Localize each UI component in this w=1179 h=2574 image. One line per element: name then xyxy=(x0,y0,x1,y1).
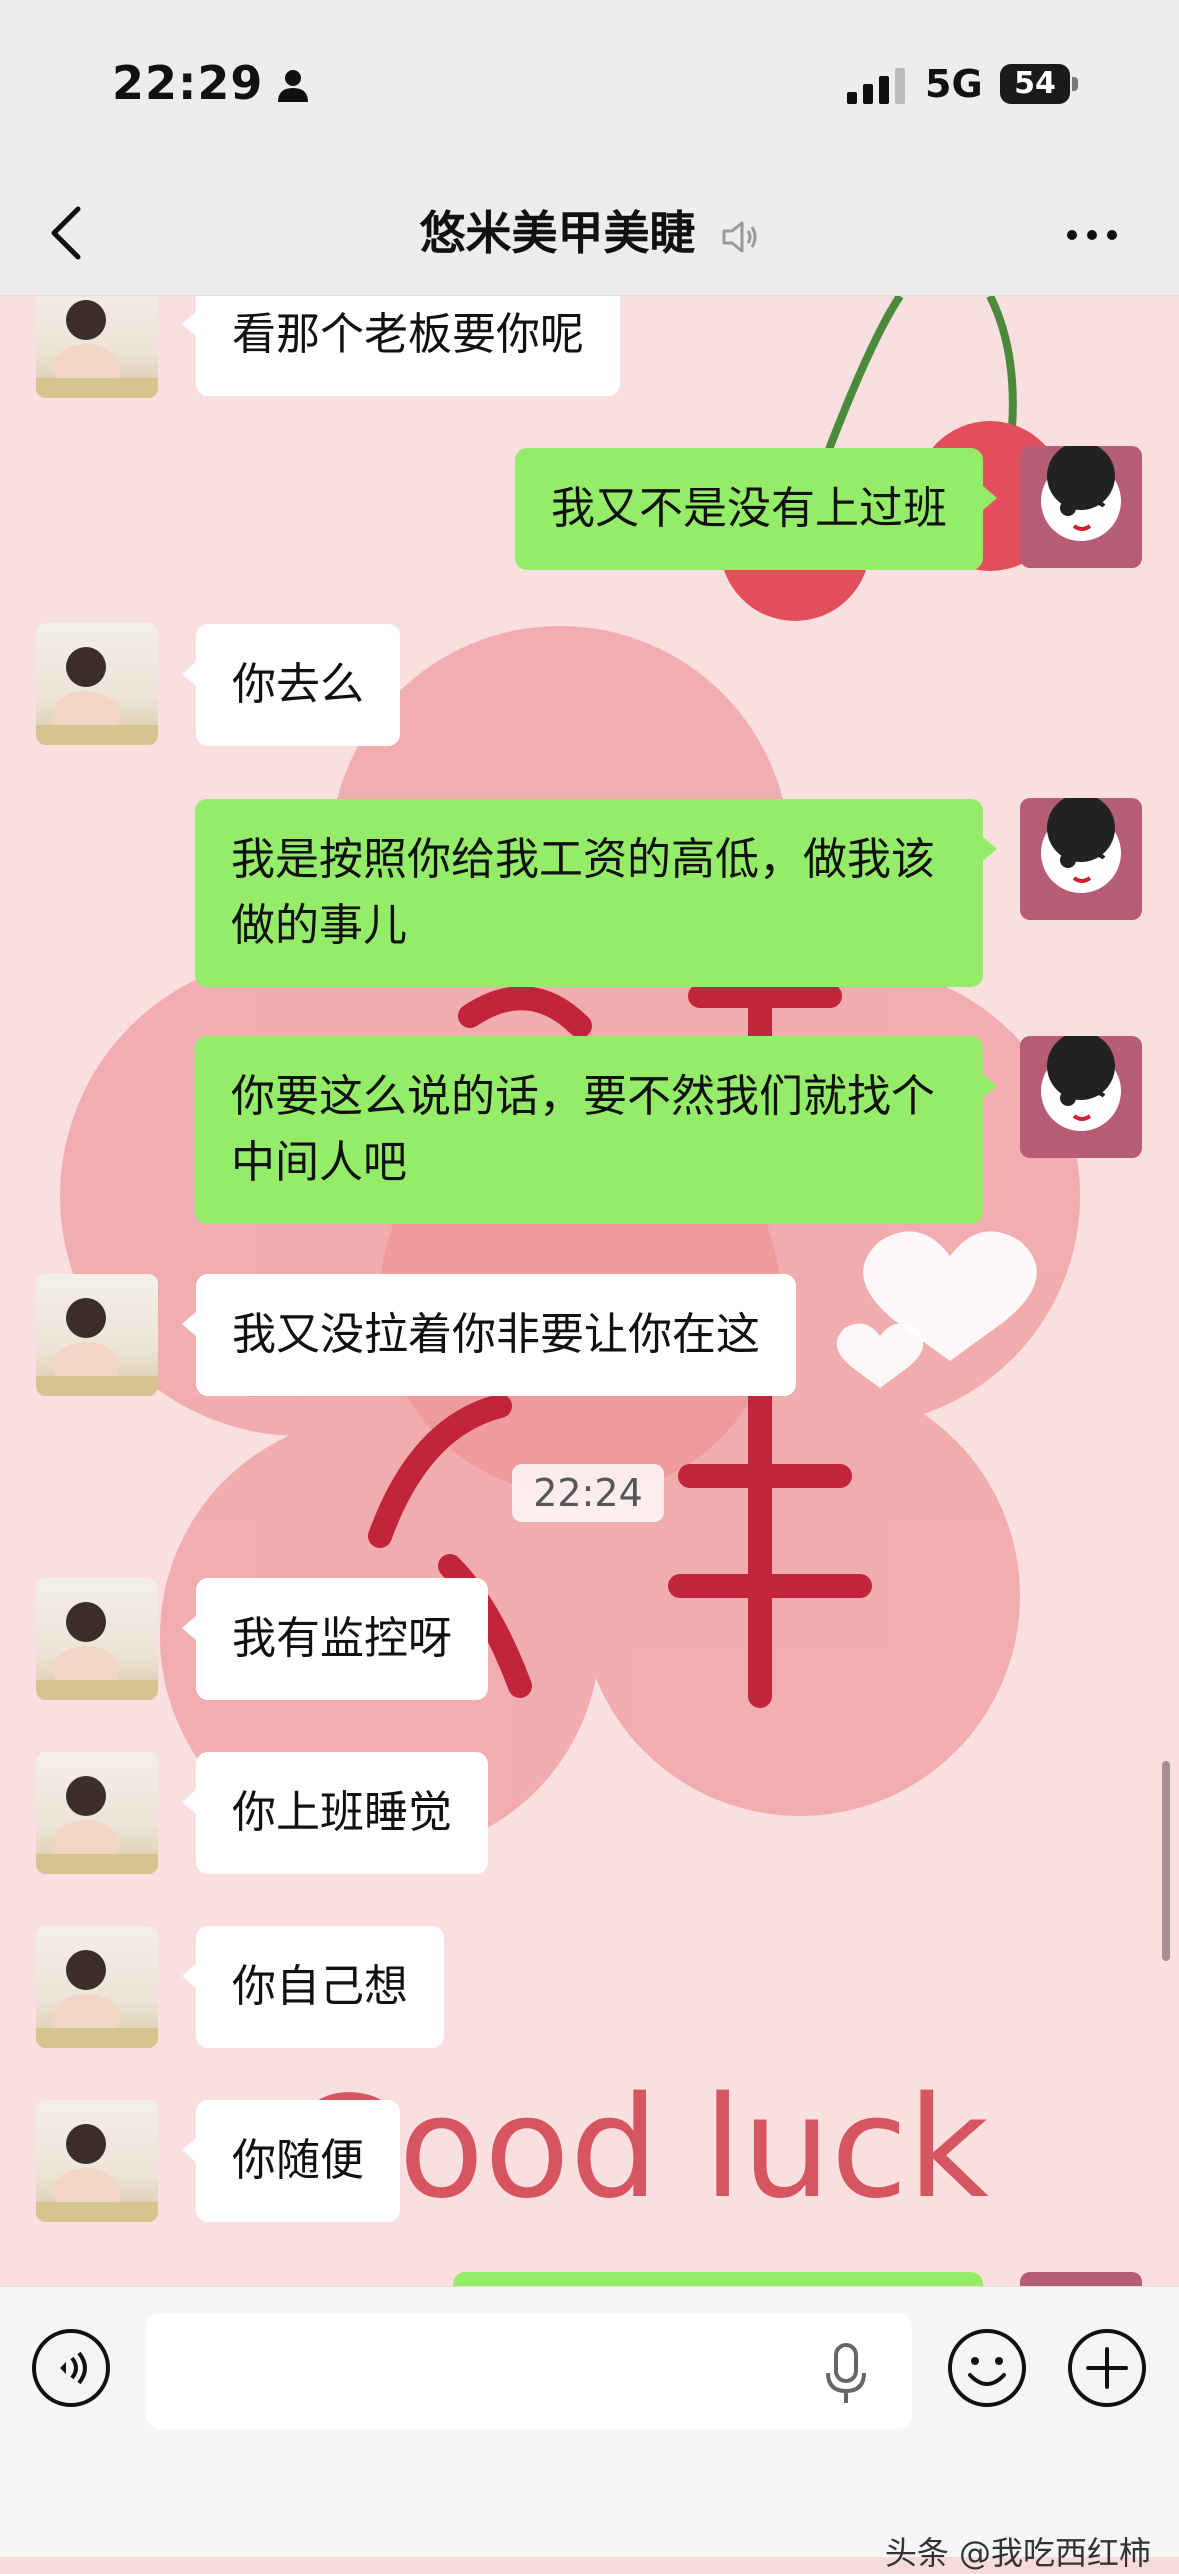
network-type: 5G xyxy=(925,62,983,106)
message-list[interactable]: Good luck 看那个老板要你呢 我又不是没有上过班 你去么 我是按照你给我… xyxy=(0,296,1179,2286)
emoji-icon[interactable] xyxy=(946,2327,1028,2409)
my-avatar[interactable] xyxy=(1020,1036,1142,1158)
voice-input-icon[interactable] xyxy=(30,2327,112,2409)
person-icon xyxy=(278,70,308,102)
status-time: 22:29 xyxy=(112,56,264,110)
input-bar xyxy=(0,2286,1179,2557)
message-input[interactable] xyxy=(146,2313,912,2429)
contact-avatar[interactable] xyxy=(36,296,158,398)
my-avatar[interactable] xyxy=(1020,798,1142,920)
contact-avatar[interactable] xyxy=(36,623,158,745)
mute-icon xyxy=(722,221,756,252)
battery-icon: 54 xyxy=(1000,64,1078,104)
chat-title: 悠米美甲美睫 xyxy=(0,197,1179,263)
message-bubble-incoming[interactable]: 你随便 xyxy=(182,2100,400,2222)
chat-title-text: 悠米美甲美睫 xyxy=(419,206,696,260)
contact-avatar[interactable] xyxy=(36,1926,158,2048)
my-avatar[interactable] xyxy=(1020,446,1142,568)
status-bar: 22:29 5G 54 xyxy=(0,0,1179,175)
more-options-icon[interactable] xyxy=(1062,215,1122,255)
contact-avatar[interactable] xyxy=(36,1578,158,1700)
message-timestamp: 22:24 xyxy=(512,1464,664,1522)
contact-avatar[interactable] xyxy=(36,1274,158,1396)
message-bubble-incoming[interactable]: 看那个老板要你呢 xyxy=(182,296,620,396)
contact-avatar[interactable] xyxy=(36,1752,158,1874)
message-bubble-outgoing[interactable]: 我是按照你给我工资的高低，做我该做的事儿 xyxy=(195,799,997,987)
message-bubble-outgoing-partial[interactable] xyxy=(453,2272,983,2286)
signal-icon xyxy=(847,68,905,104)
message-bubble-incoming[interactable]: 你自己想 xyxy=(182,1926,444,2048)
contact-avatar[interactable] xyxy=(36,2100,158,2222)
plus-icon[interactable] xyxy=(1066,2327,1148,2409)
battery-level: 54 xyxy=(1014,66,1056,101)
watermark: 头条 @我吃西红柿 xyxy=(884,2534,1151,2572)
message-bubble-outgoing[interactable]: 你要这么说的话，要不然我们就找个中间人吧 xyxy=(195,1036,997,1224)
message-bubble-incoming[interactable]: 我又没拉着你非要让你在这 xyxy=(182,1274,796,1396)
chat-header: 悠米美甲美睫 xyxy=(0,175,1179,296)
scrollbar[interactable] xyxy=(1162,1761,1170,1961)
message-bubble-incoming[interactable]: 你去么 xyxy=(182,624,400,746)
message-bubble-incoming[interactable]: 你上班睡觉 xyxy=(182,1752,488,1874)
message-bubble-incoming[interactable]: 我有监控呀 xyxy=(182,1578,488,1700)
my-avatar[interactable] xyxy=(1020,2272,1142,2286)
message-bubble-outgoing[interactable]: 我又不是没有上过班 xyxy=(515,448,997,570)
microphone-icon[interactable] xyxy=(824,2343,868,2407)
